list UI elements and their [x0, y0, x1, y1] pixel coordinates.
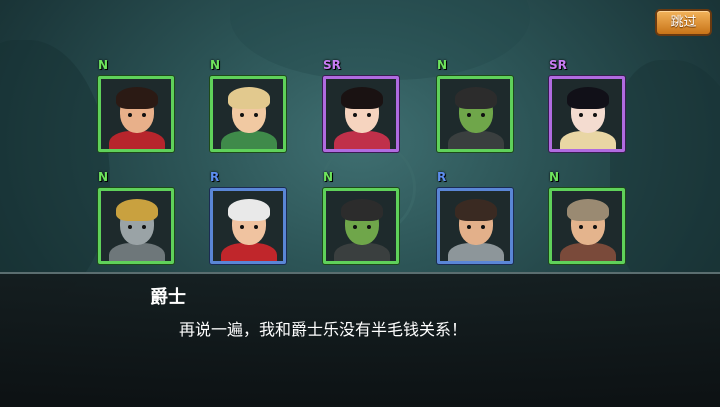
blonde-elf-portrait [213, 79, 283, 149]
portrait-body [560, 131, 616, 149]
rarity-label: N [210, 58, 221, 72]
soldier-portrait [440, 191, 510, 261]
skip-button[interactable]: 跳过 [655, 9, 712, 36]
rarity-label: R [210, 170, 220, 184]
portrait-frame [323, 76, 399, 152]
portrait-frame [323, 188, 399, 264]
goblin-portrait [326, 191, 396, 261]
rarity-label: SR [323, 58, 341, 72]
portrait-body [334, 243, 390, 261]
character-card[interactable]: N [98, 170, 174, 264]
portrait-eye [467, 225, 471, 229]
portrait-frame [549, 76, 625, 152]
portrait-eye [593, 225, 597, 229]
portrait-frame [437, 188, 513, 264]
goblin-portrait [440, 79, 510, 149]
character-card[interactable]: SR [549, 58, 625, 152]
portrait-eye [579, 113, 583, 117]
portrait-hair [228, 87, 270, 109]
cave-ceiling [230, 0, 530, 80]
portrait-hair [116, 199, 158, 221]
character-card[interactable]: N [98, 58, 174, 152]
dark-haired-girl-portrait [552, 79, 622, 149]
portrait-eye [142, 113, 146, 117]
portrait-eye [142, 225, 146, 229]
portrait-hair [455, 199, 497, 221]
portrait-eye [593, 113, 597, 117]
portrait-hair [341, 199, 383, 221]
character-card[interactable]: N [323, 170, 399, 264]
rarity-label: N [437, 58, 448, 72]
character-card[interactable]: R [437, 170, 513, 264]
portrait-body [109, 131, 165, 149]
rarity-label: N [549, 170, 560, 184]
portrait-frame [210, 188, 286, 264]
portrait-body [448, 243, 504, 261]
cave-rock-left [0, 40, 110, 300]
portrait-body [448, 131, 504, 149]
princess-portrait [326, 79, 396, 149]
portrait-hair [567, 87, 609, 109]
portrait-eye [240, 113, 244, 117]
portrait-eye [353, 113, 357, 117]
portrait-eye [481, 225, 485, 229]
speaker-name: 爵士 [150, 287, 186, 308]
character-card[interactable]: N [437, 58, 513, 152]
portrait-eye [128, 225, 132, 229]
rarity-label: R [437, 170, 447, 184]
rarity-label: N [98, 170, 109, 184]
cave-rock-right [610, 60, 720, 300]
portrait-frame [98, 188, 174, 264]
rarity-label: SR [549, 58, 567, 72]
portrait-frame [210, 76, 286, 152]
portrait-body [334, 131, 390, 149]
portrait-eye [353, 225, 357, 229]
portrait-body [221, 243, 277, 261]
portrait-eye [579, 225, 583, 229]
bearded-king-portrait [213, 191, 283, 261]
portrait-hair [116, 87, 158, 109]
portrait-eye [367, 113, 371, 117]
rarity-label: N [98, 58, 109, 72]
portrait-hair [228, 199, 270, 221]
character-card[interactable]: N [549, 170, 625, 264]
armored-knight-portrait [101, 191, 171, 261]
portrait-eye [481, 113, 485, 117]
character-card[interactable]: N [210, 58, 286, 152]
portrait-body [560, 243, 616, 261]
portrait-hair [567, 199, 609, 221]
character-card[interactable]: R [210, 170, 286, 264]
portrait-eye [254, 225, 258, 229]
portrait-eye [240, 225, 244, 229]
portrait-hair [341, 87, 383, 109]
portrait-body [221, 131, 277, 149]
portrait-eye [367, 225, 371, 229]
portrait-eye [467, 113, 471, 117]
portrait-body [109, 243, 165, 261]
dialog-text: 再说一遍，我和爵士乐没有半毛钱关系！ [179, 320, 468, 339]
mustached-noble-portrait [101, 79, 171, 149]
portrait-frame [98, 76, 174, 152]
character-card[interactable]: SR [323, 58, 399, 152]
portrait-frame [549, 188, 625, 264]
rarity-label: N [323, 170, 334, 184]
portrait-eye [254, 113, 258, 117]
portrait-hair [455, 87, 497, 109]
portrait-frame [437, 76, 513, 152]
portrait-eye [128, 113, 132, 117]
helmeted-warrior-portrait [552, 191, 622, 261]
